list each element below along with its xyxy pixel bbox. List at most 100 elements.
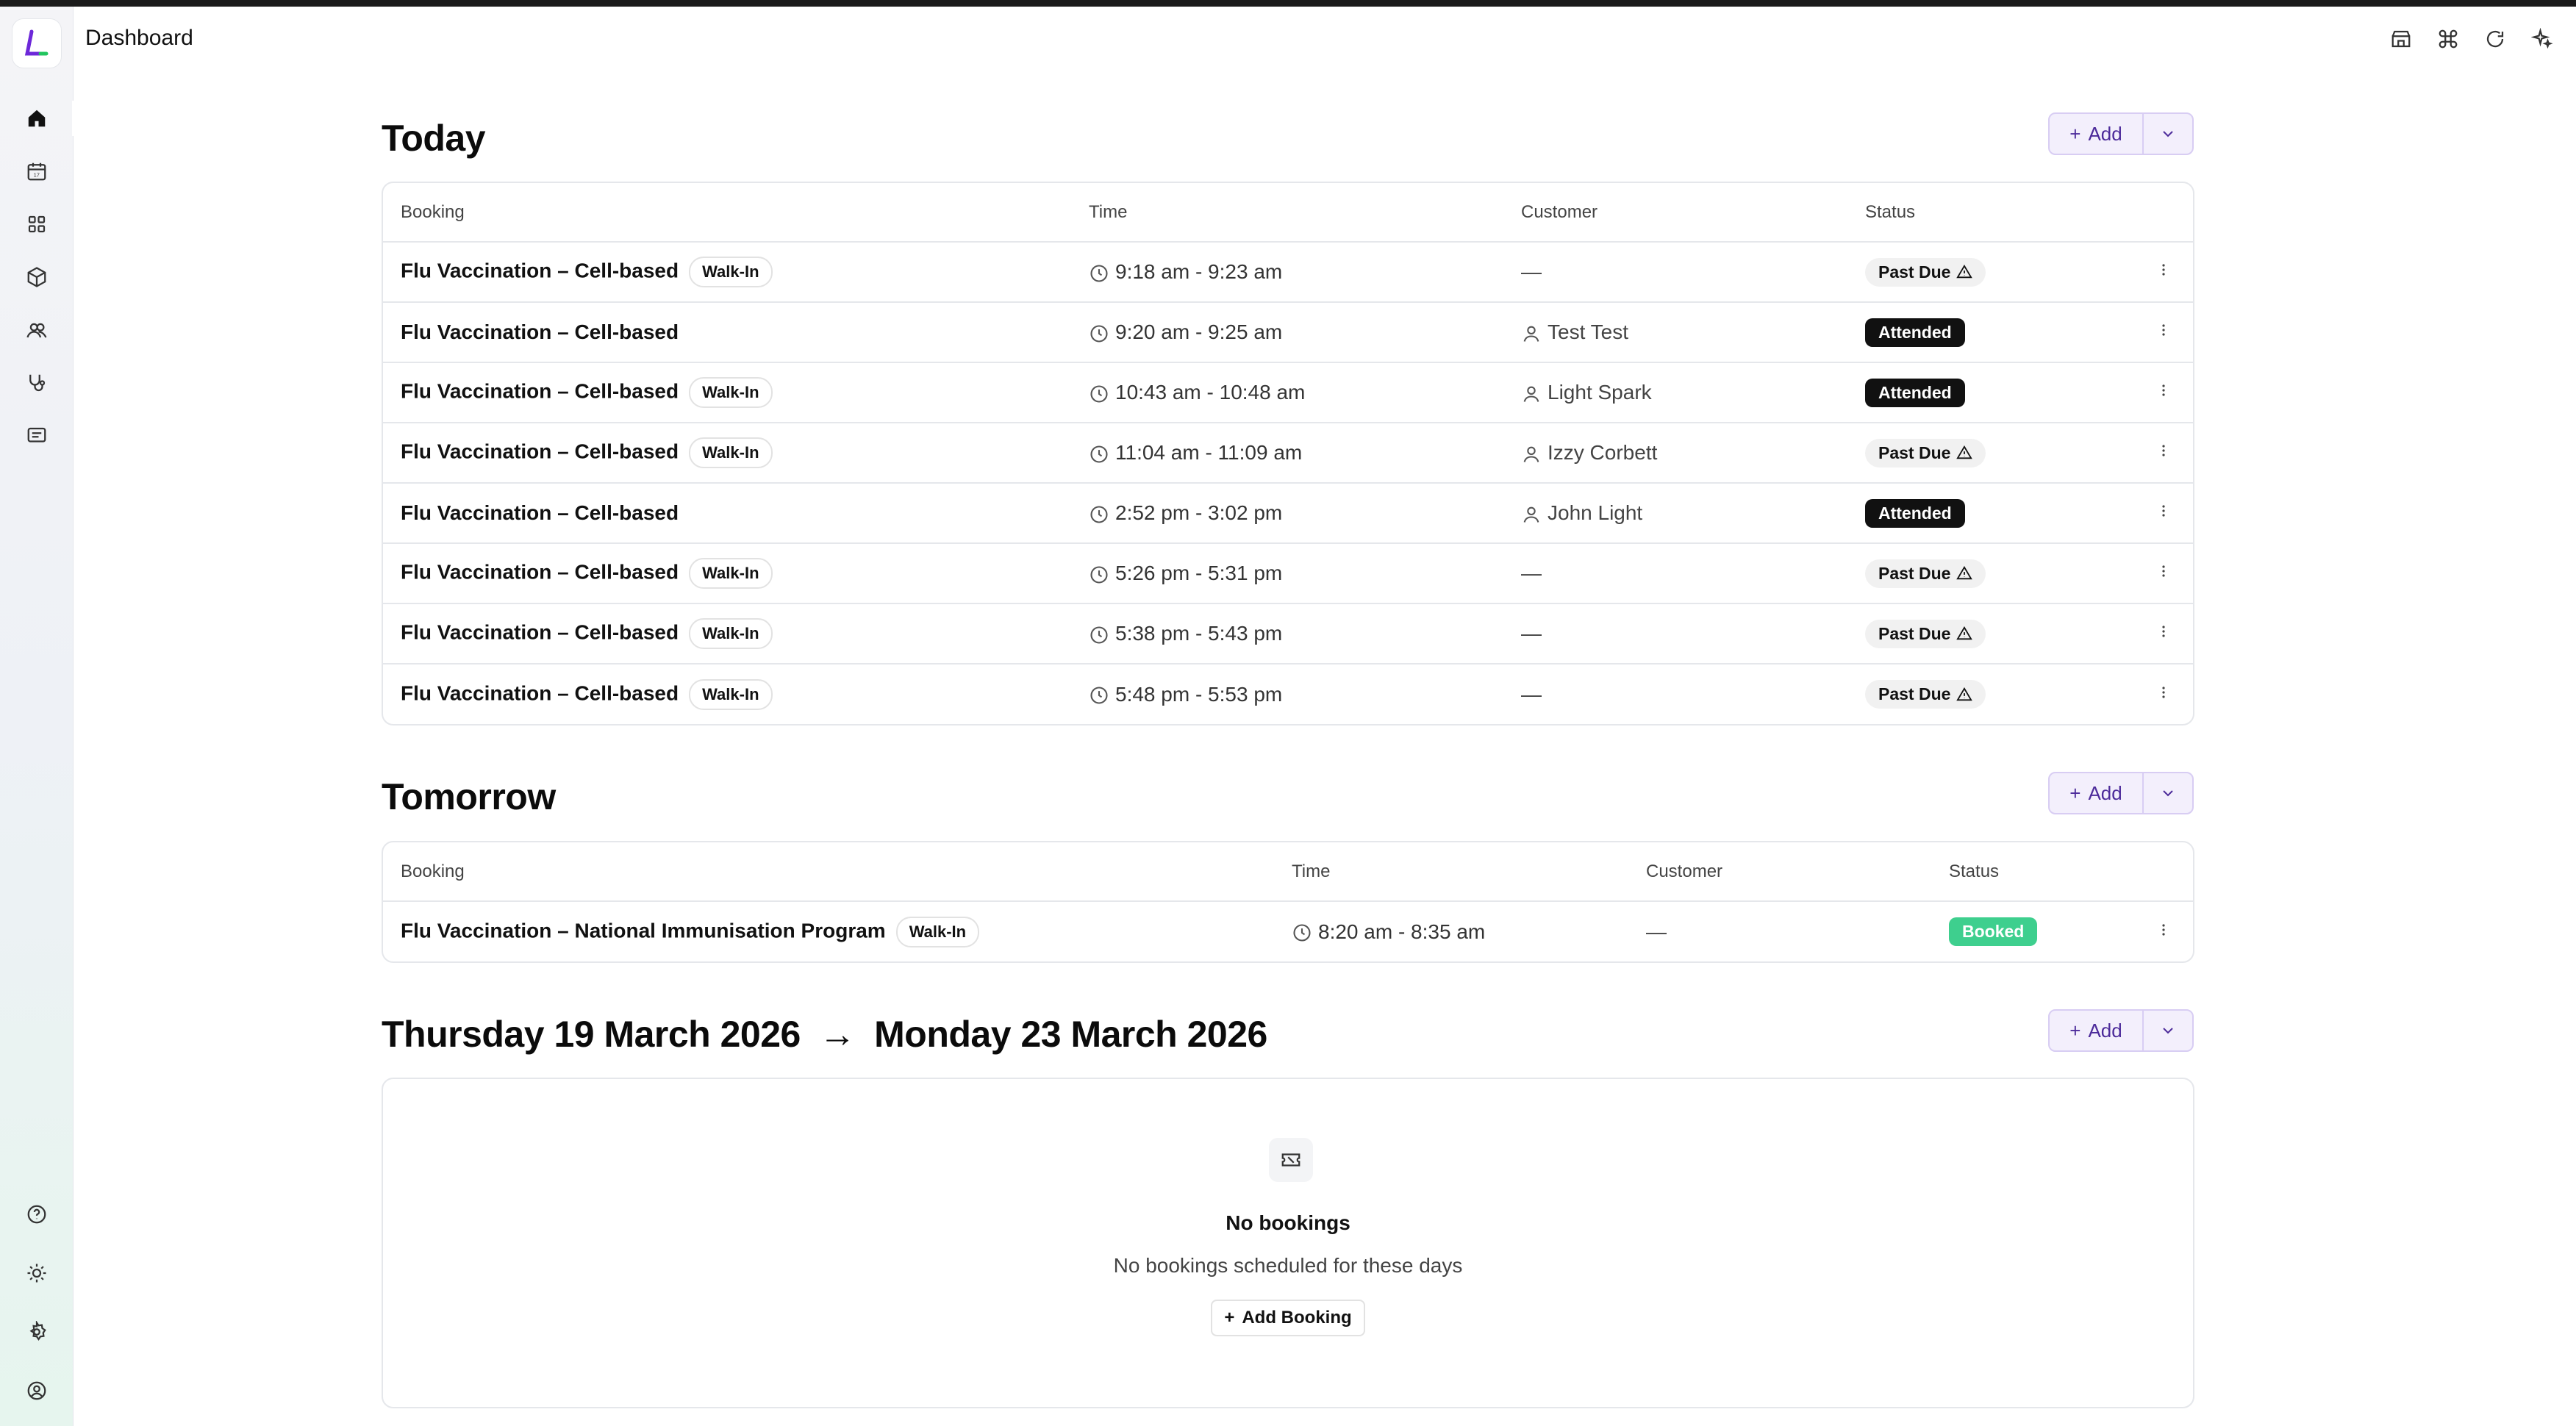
- table-row[interactable]: Flu Vaccination – Cell-based 2:52 pm - 3:…: [383, 483, 2193, 544]
- table-row[interactable]: Flu Vaccination – Cell-based Walk-In 10:43…: [383, 362, 2193, 423]
- walk-in-tag: Walk-In: [689, 377, 773, 408]
- col-booking: Booking: [383, 842, 1274, 902]
- calendar-icon[interactable]: 17: [16, 151, 57, 192]
- status-badge: Past Due: [1865, 619, 1986, 648]
- booking-name: Flu Vaccination – Cell-based: [401, 440, 679, 463]
- booking-name: Flu Vaccination – Cell-based: [401, 560, 679, 584]
- section-title-tomorrow: Tomorrow: [382, 776, 556, 817]
- table-row[interactable]: Flu Vaccination – National Immunisation …: [383, 901, 2193, 961]
- today-add-button[interactable]: + Add: [2050, 114, 2144, 154]
- time-range: 5:38 pm - 5:43 pm: [1115, 622, 1283, 645]
- clock-icon: [1090, 687, 1108, 704]
- row-actions-button[interactable]: [2134, 483, 2193, 544]
- range-arrow: →: [819, 1014, 856, 1055]
- booking-name: Flu Vaccination – Cell-based: [401, 320, 679, 343]
- customer-name: Test Test: [1548, 320, 1628, 343]
- apps-grid-icon[interactable]: [16, 204, 57, 245]
- home-icon[interactable]: [16, 98, 74, 139]
- more-vertical-icon: [2162, 565, 2165, 577]
- walk-in-tag: Walk-In: [689, 558, 773, 589]
- walk-in-tag: Walk-In: [689, 618, 773, 649]
- booking-cell: Flu Vaccination – Cell-based Walk-In: [383, 603, 1071, 664]
- time-cell: 5:26 pm - 5:31 pm: [1071, 543, 1503, 604]
- customer-name: —: [1521, 682, 1542, 706]
- booking-cell: Flu Vaccination – Cell-based Walk-In: [383, 664, 1071, 724]
- row-actions-button[interactable]: [2134, 362, 2193, 423]
- sun-icon[interactable]: [16, 1253, 57, 1294]
- stethoscope-icon[interactable]: [16, 362, 57, 404]
- row-actions-button[interactable]: [2134, 302, 2193, 363]
- booking-cell: Flu Vaccination – Cell-based: [383, 483, 1071, 544]
- booking-name: Flu Vaccination – Cell-based: [401, 620, 679, 644]
- booking-cell: Flu Vaccination – Cell-based Walk-In: [383, 423, 1071, 484]
- package-icon[interactable]: [16, 257, 57, 298]
- status-cell: Booked: [1931, 901, 2134, 961]
- row-actions-button[interactable]: [2134, 423, 2193, 484]
- col-booking: Booking: [383, 183, 1071, 243]
- empty-state-card: No bookings No bookings scheduled for th…: [382, 1078, 2194, 1408]
- users-icon[interactable]: [16, 309, 57, 351]
- today-add-dropdown-button[interactable]: [2144, 114, 2192, 154]
- time-range: 8:20 am - 8:35 am: [1318, 920, 1486, 943]
- status-cell: Past Due: [1847, 603, 2134, 664]
- table-row[interactable]: Flu Vaccination – Cell-based Walk-In 11:04…: [383, 423, 2193, 484]
- clock-icon: [1090, 506, 1108, 523]
- store-icon[interactable]: [2388, 26, 2414, 52]
- tomorrow-bookings-table: Booking Time Customer Status Flu Vaccina…: [382, 841, 2194, 963]
- page-title: Dashboard: [85, 26, 193, 50]
- user-icon: [1523, 446, 1539, 462]
- user-icon: [1523, 386, 1539, 402]
- help-icon[interactable]: [16, 1194, 57, 1235]
- table-row[interactable]: Flu Vaccination – Cell-based 9:20 am - 9:…: [383, 302, 2193, 363]
- more-vertical-icon: [2162, 686, 2165, 698]
- customer-cell: —: [1503, 664, 1847, 724]
- status-badge: Booked: [1949, 917, 2038, 946]
- table-row[interactable]: Flu Vaccination – Cell-based Walk-In 5:48 …: [383, 664, 2193, 724]
- command-icon[interactable]: [2435, 26, 2461, 52]
- plus-icon: +: [2069, 1019, 2081, 1042]
- range-add-button[interactable]: + Add: [2050, 1011, 2144, 1050]
- table-row[interactable]: Flu Vaccination – Cell-based Walk-In 5:38 …: [383, 603, 2193, 664]
- svg-text:17: 17: [34, 172, 40, 179]
- warning-icon: [1956, 445, 1973, 459]
- range-end: Monday 23 March 2026: [874, 1014, 1267, 1055]
- col-status: Status: [1931, 842, 2134, 902]
- refresh-icon[interactable]: [2482, 26, 2508, 52]
- tomorrow-add-dropdown-button[interactable]: [2144, 773, 2192, 813]
- account-icon[interactable]: [16, 1370, 57, 1411]
- range-add-dropdown-button[interactable]: [2144, 1011, 2192, 1050]
- time-cell: 8:20 am - 8:35 am: [1274, 901, 1628, 961]
- status-badge: Past Due: [1865, 257, 1986, 287]
- tomorrow-add-button[interactable]: + Add: [2050, 773, 2144, 813]
- sparkle-icon[interactable]: [2529, 26, 2555, 52]
- customer-cell: Izzy Corbett: [1503, 423, 1847, 484]
- row-actions-button[interactable]: [2134, 242, 2193, 303]
- time-cell: 5:38 pm - 5:43 pm: [1071, 603, 1503, 664]
- more-vertical-icon: [2162, 384, 2165, 396]
- row-actions-button[interactable]: [2134, 901, 2193, 961]
- status-badge: Past Due: [1865, 438, 1986, 467]
- table-row[interactable]: Flu Vaccination – Cell-based Walk-In 5:26 …: [383, 543, 2193, 604]
- time-cell: 2:52 pm - 3:02 pm: [1071, 483, 1503, 544]
- gear-icon[interactable]: [16, 1311, 57, 1352]
- col-customer: Customer: [1628, 842, 1931, 902]
- time-cell: 9:20 am - 9:25 am: [1071, 302, 1503, 363]
- status-cell: Past Due: [1847, 543, 2134, 604]
- status-badge: Attended: [1865, 498, 1965, 528]
- today-bookings-table: Booking Time Customer Status Flu Vaccina…: [382, 182, 2194, 725]
- time-range: 9:20 am - 9:25 am: [1115, 320, 1283, 343]
- app-logo[interactable]: [12, 18, 62, 68]
- add-booking-button[interactable]: + Add Booking: [1211, 1300, 1365, 1336]
- row-actions-button[interactable]: [2134, 664, 2193, 724]
- message-icon[interactable]: [16, 415, 57, 456]
- time-range: 11:04 am - 11:09 am: [1115, 441, 1303, 464]
- row-actions-button[interactable]: [2134, 603, 2193, 664]
- customer-cell: —: [1503, 603, 1847, 664]
- time-range: 10:43 am - 10:48 am: [1115, 381, 1306, 404]
- empty-title: No bookings: [1226, 1211, 1350, 1234]
- walk-in-tag: Walk-In: [689, 257, 773, 287]
- row-actions-button[interactable]: [2134, 543, 2193, 604]
- table-row[interactable]: Flu Vaccination – Cell-based Walk-In 9:18 …: [383, 242, 2193, 303]
- warning-icon: [1956, 565, 1973, 580]
- status-badge: Attended: [1865, 378, 1965, 407]
